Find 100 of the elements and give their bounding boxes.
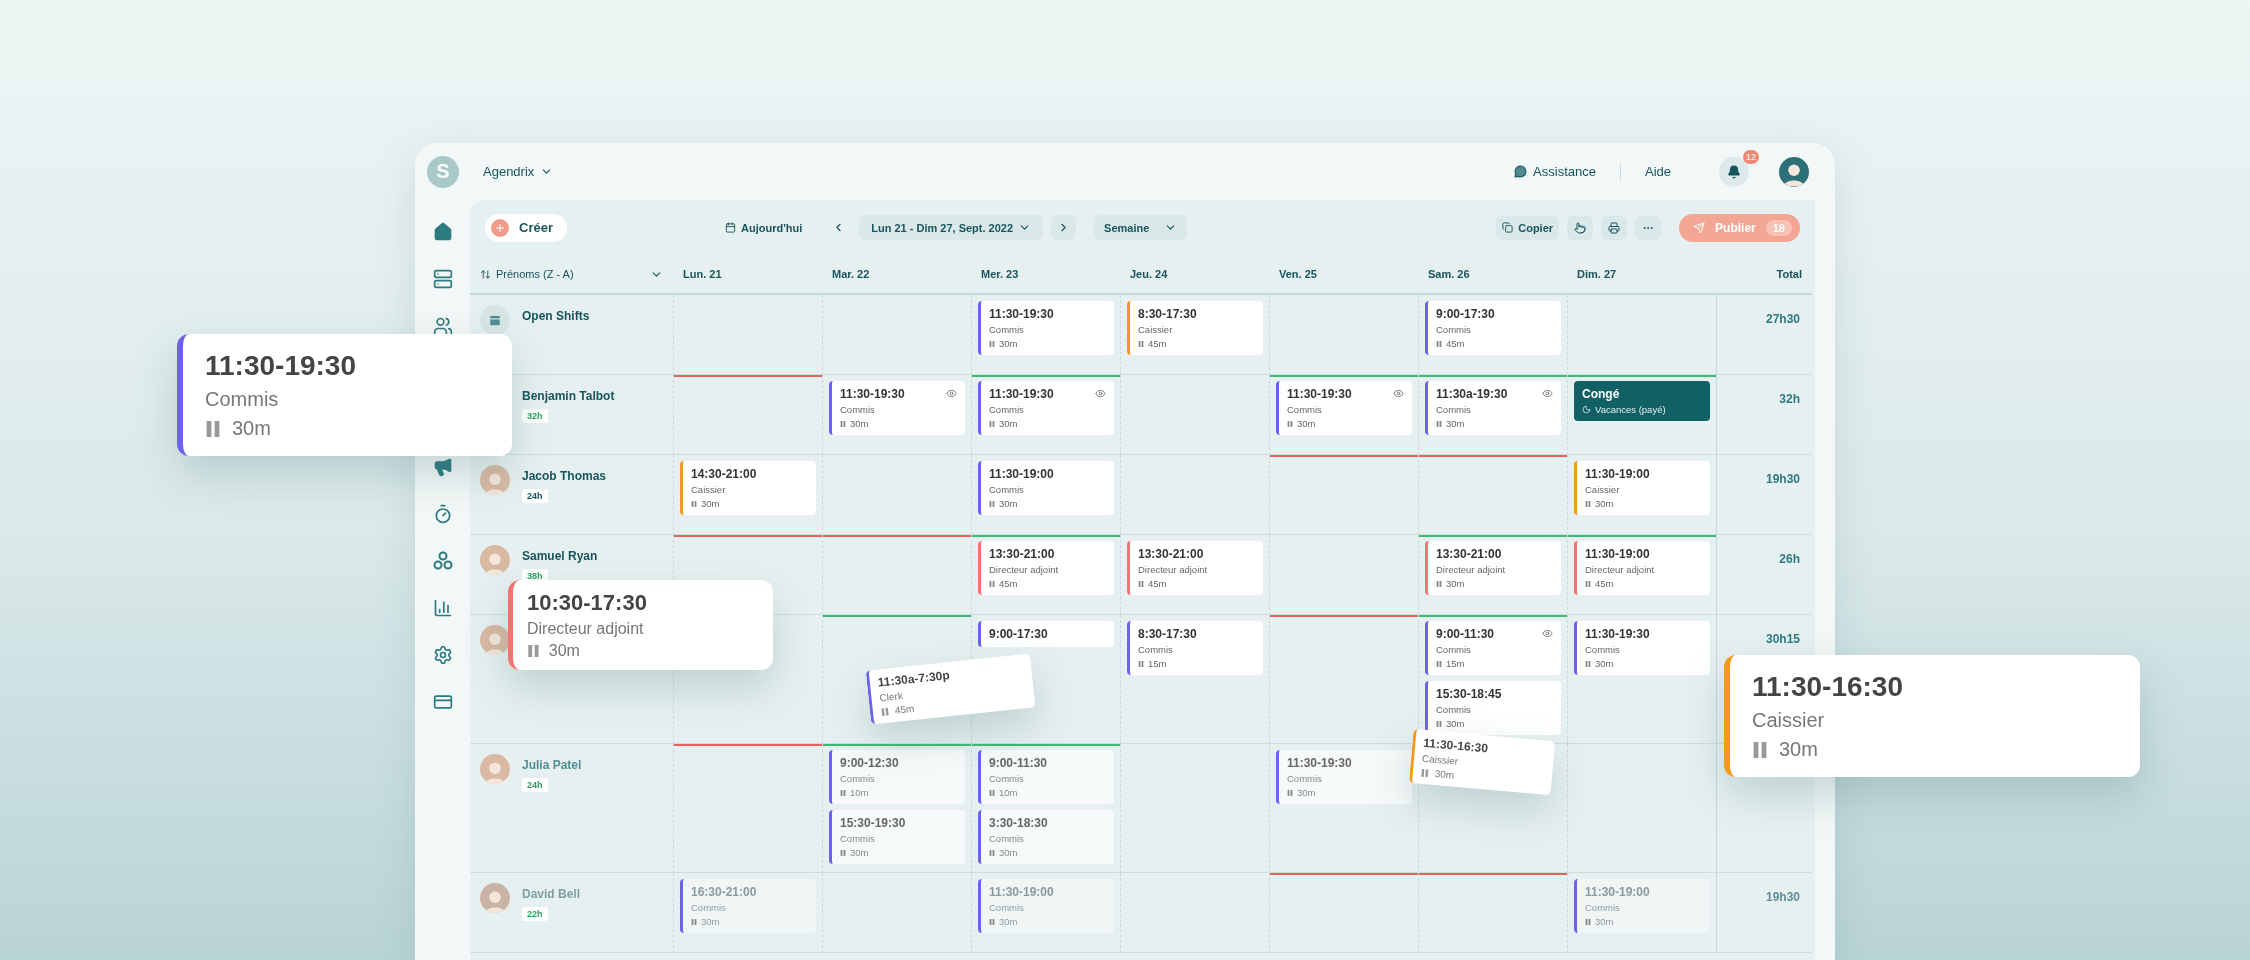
- shift-card[interactable]: 11:30-19:30 Commis 30m: [978, 301, 1114, 355]
- shift-card[interactable]: 11:30-19:00 Commis 30m: [978, 461, 1114, 515]
- create-button[interactable]: Créer: [485, 213, 567, 242]
- shift-role: Commis: [989, 773, 1025, 784]
- shift-card[interactable]: 9:00-11:30 Commis 15m: [1425, 621, 1561, 675]
- user-avatar[interactable]: [1779, 156, 1809, 187]
- shift-card[interactable]: 15:30-18:45 Commis 30m: [1425, 681, 1561, 735]
- shift-card[interactable]: 9:00-17:30 Commis 45m: [1425, 301, 1561, 355]
- schedule-cell[interactable]: 14:30-21:00 Caissier 30m: [673, 455, 822, 535]
- schedule-cell[interactable]: 11:30-19:00 Caissier 30m: [1567, 455, 1716, 535]
- shift-card[interactable]: 8:30-17:30 Commis 15m: [1127, 621, 1263, 675]
- shift-card[interactable]: 9:00-11:30 Commis 10m: [978, 750, 1114, 804]
- settings-icon[interactable]: [432, 645, 453, 665]
- date-range-dropdown[interactable]: Lun 21 - Dim 27, Sept. 2022: [859, 215, 1044, 240]
- break-duration: 45m: [999, 578, 1018, 589]
- shift-card[interactable]: 15:30-19:30 Commis 30m: [829, 810, 965, 864]
- schedule-cell[interactable]: 9:00-11:30 Commis 10m 3:30-18:30 Commis 30m: [971, 744, 1120, 873]
- pointer-button[interactable]: [1567, 215, 1594, 240]
- schedule-cell[interactable]: 11:30-19:30 Commis 30m: [971, 295, 1120, 375]
- schedule-cell[interactable]: 13:30-21:00 Directeur adjoint 45m: [1120, 535, 1269, 615]
- users-icon[interactable]: [432, 316, 453, 336]
- schedule-cell[interactable]: [1120, 873, 1269, 953]
- shift-card[interactable]: 11:30-19:30 Commis 30m: [829, 381, 965, 435]
- assistance-link[interactable]: Assistance: [1504, 164, 1606, 179]
- employee-name[interactable]: Benjamin Talbot: [522, 389, 615, 403]
- shift-card[interactable]: 9:00-12:30 Commis 10m: [829, 750, 965, 804]
- day-heading: Jeu. 24: [1130, 268, 1168, 280]
- shift-card[interactable]: 3:30-18:30 Commis 30m: [978, 810, 1114, 864]
- shift-card[interactable]: 11:30-19:30 Commis 30m: [978, 381, 1114, 435]
- schedule-cell[interactable]: 13:30-21:00 Directeur adjoint 30m: [1418, 535, 1567, 615]
- break-duration: 15m: [1446, 658, 1465, 669]
- shift-card[interactable]: 14:30-21:00 Caissier 30m: [680, 461, 816, 515]
- view-dropdown[interactable]: Semaine: [1094, 215, 1188, 240]
- schedule-cell[interactable]: 13:30-21:00 Directeur adjoint 45m: [971, 535, 1120, 615]
- home-icon[interactable]: [432, 222, 453, 242]
- workspace-dropdown[interactable]: Agendrix: [483, 164, 554, 179]
- bar-chart-icon[interactable]: [432, 598, 453, 618]
- help-link[interactable]: Aide: [1634, 164, 1681, 179]
- schedule-cell[interactable]: [673, 375, 822, 455]
- pause-icon: [989, 789, 995, 796]
- shift-time: 9:00-17:30: [989, 627, 1049, 641]
- pause-icon: [989, 580, 995, 587]
- schedule-cell[interactable]: 11:30-19:30 Commis 30m: [1269, 744, 1418, 873]
- pause-icon: [1585, 660, 1591, 667]
- leave-card[interactable]: Congé Vacances (payé): [1574, 381, 1710, 421]
- schedule-cell[interactable]: 9:00-12:30 Commis 10m 15:30-19:30 Commis 30m: [822, 744, 971, 873]
- copy-button[interactable]: Copier: [1496, 215, 1560, 240]
- schedule-cell[interactable]: [1269, 455, 1418, 535]
- schedule-cell[interactable]: [1418, 873, 1567, 953]
- sort-dropdown[interactable]: Prénoms (Z - A): [480, 267, 663, 281]
- print-button[interactable]: [1601, 215, 1628, 240]
- schedule-cell[interactable]: Congé Vacances (payé): [1567, 375, 1716, 455]
- shift-card[interactable]: 9:00-17:30: [978, 621, 1114, 647]
- schedule-cell[interactable]: 11:30-19:30 Commis 30m: [1567, 615, 1716, 744]
- schedule-cell[interactable]: 11:30-19:00 Directeur adjoint 45m: [1567, 535, 1716, 615]
- employee-name[interactable]: Open Shifts: [522, 309, 590, 323]
- schedule-cell[interactable]: [1269, 873, 1418, 953]
- pause-icon: [1436, 340, 1442, 347]
- schedule-cell[interactable]: [822, 873, 971, 953]
- shift-time: 11:30-19:30: [840, 387, 906, 401]
- schedule-cell[interactable]: [822, 295, 971, 375]
- schedule-cell[interactable]: [1120, 744, 1269, 873]
- schedule-cell[interactable]: 9:00-17:30 Commis 45m: [1418, 295, 1567, 375]
- shift-card[interactable]: 11:30-19:30 Commis 30m: [1574, 621, 1710, 675]
- credit-card-icon[interactable]: [432, 692, 453, 712]
- schedule-cell[interactable]: [1120, 375, 1269, 455]
- shift-time: 11:30-19:30: [1287, 756, 1353, 770]
- employee-name[interactable]: Samuel Ryan: [522, 549, 598, 563]
- shift-card[interactable]: 11:30-19:30 Commis 30m: [1276, 750, 1412, 804]
- shift-role: Commis: [1287, 773, 1323, 784]
- schedule-cell[interactable]: 8:30-17:30 Caissier 45m: [1120, 295, 1269, 375]
- schedule-cell[interactable]: [1120, 455, 1269, 535]
- sort-icon: [480, 268, 491, 280]
- shift-card[interactable]: 13:30-21:00 Directeur adjoint 30m: [1425, 541, 1561, 595]
- shift-card[interactable]: 11:30-19:00 Directeur adjoint 45m: [1574, 541, 1710, 595]
- shift-card[interactable]: 13:30-21:00 Directeur adjoint 45m: [978, 541, 1114, 595]
- schedule-cell[interactable]: [1567, 744, 1716, 873]
- pause-icon: [989, 420, 995, 427]
- schedule-cell[interactable]: 11:30-19:00 Commis 30m: [971, 455, 1120, 535]
- megaphone-icon[interactable]: [432, 457, 453, 477]
- today-button[interactable]: Aujourd'hui: [714, 215, 813, 240]
- schedule-cell[interactable]: [673, 744, 822, 873]
- shift-card[interactable]: 13:30-21:00 Directeur adjoint 45m: [1127, 541, 1263, 595]
- shift-role: Commis: [840, 773, 876, 784]
- schedule-cell[interactable]: 11:30a-19:30 Commis 30m: [1418, 375, 1567, 455]
- shift-card[interactable]: 11:30a-19:30 Commis 30m: [1425, 381, 1561, 435]
- circles-icon[interactable]: [432, 551, 453, 571]
- schedule-cell[interactable]: 11:30-19:30 Commis 30m: [1269, 375, 1418, 455]
- next-button[interactable]: [1051, 215, 1077, 240]
- shift-card[interactable]: 11:30-19:00 Caissier 30m: [1574, 461, 1710, 515]
- server-icon[interactable]: [432, 269, 453, 289]
- schedule-cell[interactable]: 11:30-19:30 Commis 30m: [822, 375, 971, 455]
- break-duration: 30m: [999, 916, 1018, 927]
- hours-badge: 22h: [522, 907, 548, 921]
- shift-card[interactable]: 8:30-17:30 Caissier 45m: [1127, 301, 1263, 355]
- shift-role: Commis: [840, 404, 876, 415]
- schedule-cell[interactable]: 8:30-17:30 Commis 15m: [1120, 615, 1269, 744]
- schedule-cell[interactable]: 11:30-19:30 Commis 30m: [971, 375, 1120, 455]
- shift-card[interactable]: 11:30-19:30 Commis 30m: [1276, 381, 1412, 435]
- employee-name[interactable]: Jacob Thomas: [522, 469, 607, 483]
